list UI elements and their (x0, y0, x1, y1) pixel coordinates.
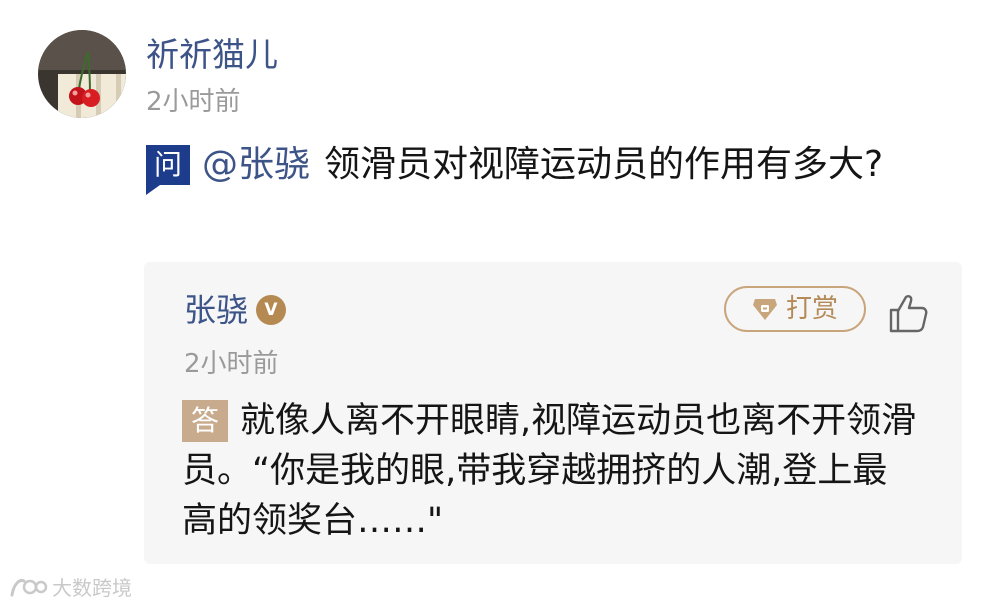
author-name[interactable]: 祈祈猫儿 (146, 32, 278, 78)
mention-link[interactable]: @张骁 (202, 144, 310, 185)
verified-icon: V (256, 295, 287, 325)
answerer-row: 张骁 V (184, 288, 287, 332)
like-button[interactable] (886, 290, 932, 336)
watermark-text: 大数跨境 (52, 576, 132, 600)
question-text: 问 @张骁 领滑员对视障运动员的作用有多大? (146, 140, 936, 195)
answer-card: 张骁 V 2小时前 打赏 答就像人离不开眼睛,视障运动员也离不开领滑员。“你是我… (144, 262, 962, 564)
tip-button[interactable]: 打赏 (724, 286, 866, 332)
answer-body: 就像人离不开眼睛,视障运动员也离不开领滑员。“你是我的眼,带我穿越拥挤的人潮,登… (182, 401, 917, 541)
cherry-avatar-icon (38, 30, 126, 118)
tip-button-label: 打赏 (785, 294, 838, 324)
gem-icon (752, 299, 777, 320)
post-timestamp: 2小时前 (146, 87, 241, 117)
sports-logo-icon (10, 579, 48, 597)
answerer-name[interactable]: 张骁 (184, 288, 248, 332)
answer-badge: 答 (182, 400, 228, 442)
question-badge: 问 (146, 145, 190, 195)
answer-timestamp: 2小时前 (184, 349, 279, 379)
avatar[interactable] (38, 30, 126, 118)
answer-text: 答就像人离不开眼睛,视障运动员也离不开领滑员。“你是我的眼,带我穿越拥挤的人潮,… (182, 396, 922, 546)
watermark: 大数跨境 (8, 574, 132, 602)
thumbs-up-icon (889, 295, 928, 333)
question-body: 领滑员对视障运动员的作用有多大? (324, 144, 884, 185)
